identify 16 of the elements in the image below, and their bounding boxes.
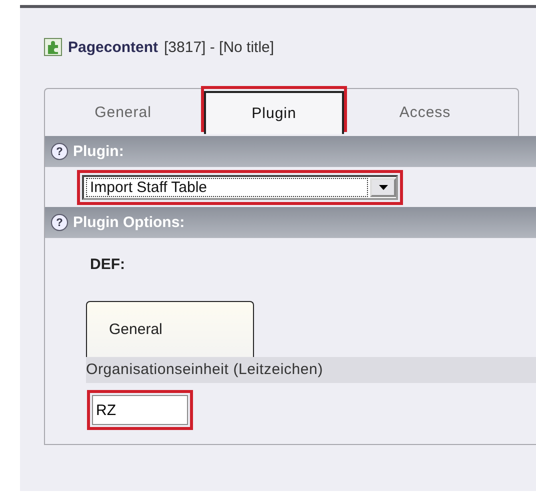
caret-icon xyxy=(378,184,388,190)
record-type: Pagecontent xyxy=(68,38,158,56)
input-field[interactable]: RZ xyxy=(92,395,188,425)
help-icon[interactable]: ? xyxy=(51,143,68,160)
section-title: Plugin Options: xyxy=(73,214,185,231)
help-icon[interactable]: ? xyxy=(51,214,68,231)
tab[interactable]: General xyxy=(48,89,198,135)
sheet-tab[interactable]: General xyxy=(86,301,254,357)
tab[interactable]: Access xyxy=(350,89,500,135)
record-info: [3817] - [No title] xyxy=(164,38,274,56)
field-label: Organisationseinheit (Leitzeichen) xyxy=(86,357,536,383)
puzzle-icon xyxy=(44,38,62,56)
sheet-label: DEF: xyxy=(90,256,126,273)
tab[interactable]: Plugin xyxy=(204,91,344,134)
plugin-select[interactable]: Import Staff Table xyxy=(82,174,398,200)
section-title: Plugin: xyxy=(73,143,124,160)
